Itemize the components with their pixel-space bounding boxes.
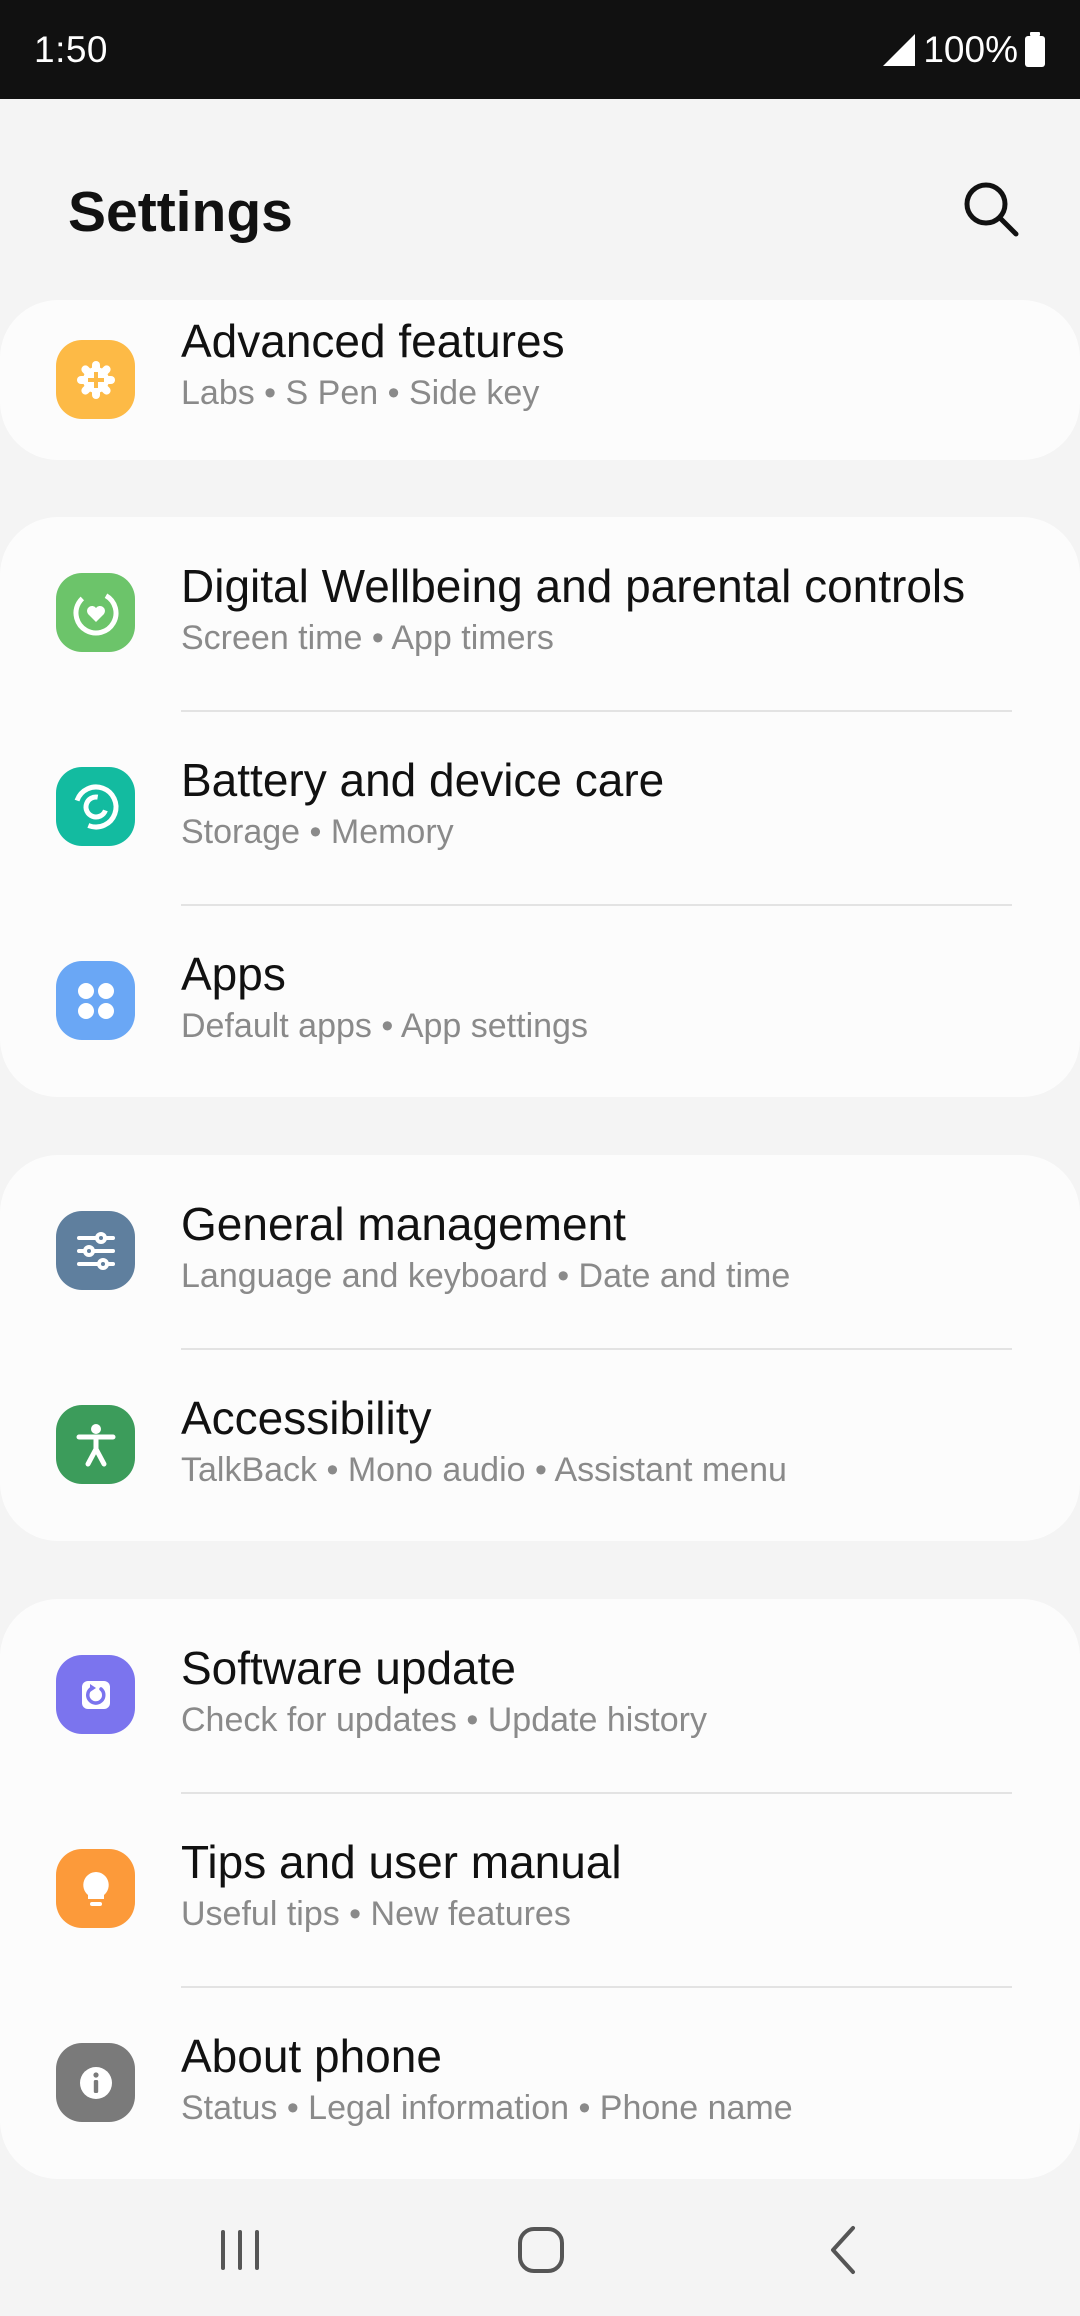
- home-button[interactable]: [491, 2200, 591, 2300]
- settings-item-apps[interactable]: Apps Default apps • App settings: [0, 905, 1080, 1097]
- search-button[interactable]: [958, 176, 1024, 242]
- battery-icon: [1024, 31, 1046, 68]
- settings-group-advanced: Advanced features Labs • S Pen • Side ke…: [0, 300, 1080, 460]
- back-button[interactable]: [795, 2200, 895, 2300]
- settings-group-support: Software update Check for updates • Upda…: [0, 1599, 1080, 2179]
- page-title: Settings: [68, 180, 293, 244]
- settings-item-title: Battery and device care: [181, 754, 665, 806]
- back-icon: [831, 2226, 855, 2274]
- tips-icon: [56, 1849, 135, 1928]
- recent-apps-button[interactable]: [190, 2200, 290, 2300]
- navigation-bar: [0, 2180, 1080, 2316]
- settings-item-subtitle: Storage • Memory: [181, 813, 454, 851]
- home-icon: [518, 2227, 564, 2273]
- signal-icon: [881, 32, 917, 68]
- settings-group-wellbeing: Digital Wellbeing and parental controls …: [0, 517, 1080, 1097]
- settings-item-title: Apps: [181, 948, 286, 1000]
- recent-apps-icon: [221, 2230, 259, 2270]
- settings-item-digital-wellbeing[interactable]: Digital Wellbeing and parental controls …: [0, 517, 1080, 711]
- settings-item-title: General management: [181, 1198, 626, 1250]
- settings-item-tips-manual[interactable]: Tips and user manual Useful tips • New f…: [0, 1793, 1080, 1987]
- accessibility-icon: [56, 1405, 135, 1484]
- battery-percent: 100%: [923, 28, 1018, 70]
- apps-icon: [56, 961, 135, 1040]
- settings-item-subtitle: Default apps • App settings: [181, 1007, 588, 1045]
- settings-item-accessibility[interactable]: Accessibility TalkBack • Mono audio • As…: [0, 1349, 1080, 1541]
- settings-item-software-update[interactable]: Software update Check for updates • Upda…: [0, 1599, 1080, 1793]
- software-update-icon: [56, 1655, 135, 1734]
- general-management-icon: [56, 1211, 135, 1290]
- settings-item-subtitle: Language and keyboard • Date and time: [181, 1257, 791, 1295]
- status-indicators: 100%: [881, 29, 1046, 71]
- settings-item-battery-device-care[interactable]: Battery and device care Storage • Memory: [0, 711, 1080, 905]
- settings-item-subtitle: Screen time • App timers: [181, 619, 554, 657]
- settings-item-title: Digital Wellbeing and parental controls: [181, 560, 966, 612]
- header: Settings: [0, 99, 1080, 299]
- settings-item-advanced-features[interactable]: Advanced features Labs • S Pen • Side ke…: [0, 300, 1080, 460]
- settings-item-title: Advanced features: [181, 315, 565, 367]
- status-bar: 1:50 100%: [0, 0, 1080, 99]
- settings-item-subtitle: Useful tips • New features: [181, 1895, 571, 1933]
- settings-item-title: Tips and user manual: [181, 1836, 622, 1888]
- device-care-icon: [56, 767, 135, 846]
- digital-wellbeing-icon: [56, 573, 135, 652]
- settings-item-subtitle: Status • Legal information • Phone name: [181, 2089, 793, 2127]
- info-icon: [56, 2043, 135, 2122]
- settings-item-title: Software update: [181, 1642, 517, 1694]
- settings-item-subtitle: Labs • S Pen • Side key: [181, 374, 540, 412]
- settings-item-title: Accessibility: [181, 1392, 432, 1444]
- settings-item-subtitle: Check for updates • Update history: [181, 1701, 707, 1739]
- settings-item-general-management[interactable]: General management Language and keyboard…: [0, 1155, 1080, 1349]
- settings-item-about-phone[interactable]: About phone Status • Legal information •…: [0, 1987, 1080, 2179]
- settings-item-title: About phone: [181, 2030, 442, 2082]
- settings-item-subtitle: TalkBack • Mono audio • Assistant menu: [181, 1451, 787, 1489]
- settings-group-general: General management Language and keyboard…: [0, 1155, 1080, 1541]
- search-icon: [964, 182, 1019, 237]
- status-time: 1:50: [34, 28, 109, 70]
- advanced-features-icon: [56, 340, 135, 419]
